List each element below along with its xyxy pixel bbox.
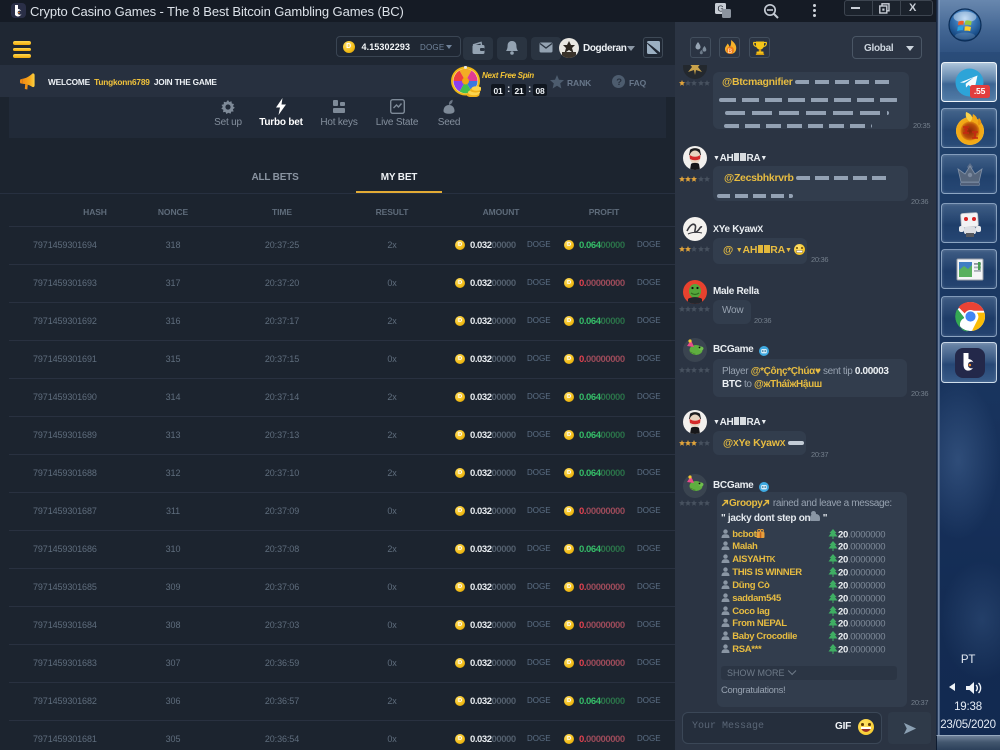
- svg-text:B: B: [728, 48, 733, 55]
